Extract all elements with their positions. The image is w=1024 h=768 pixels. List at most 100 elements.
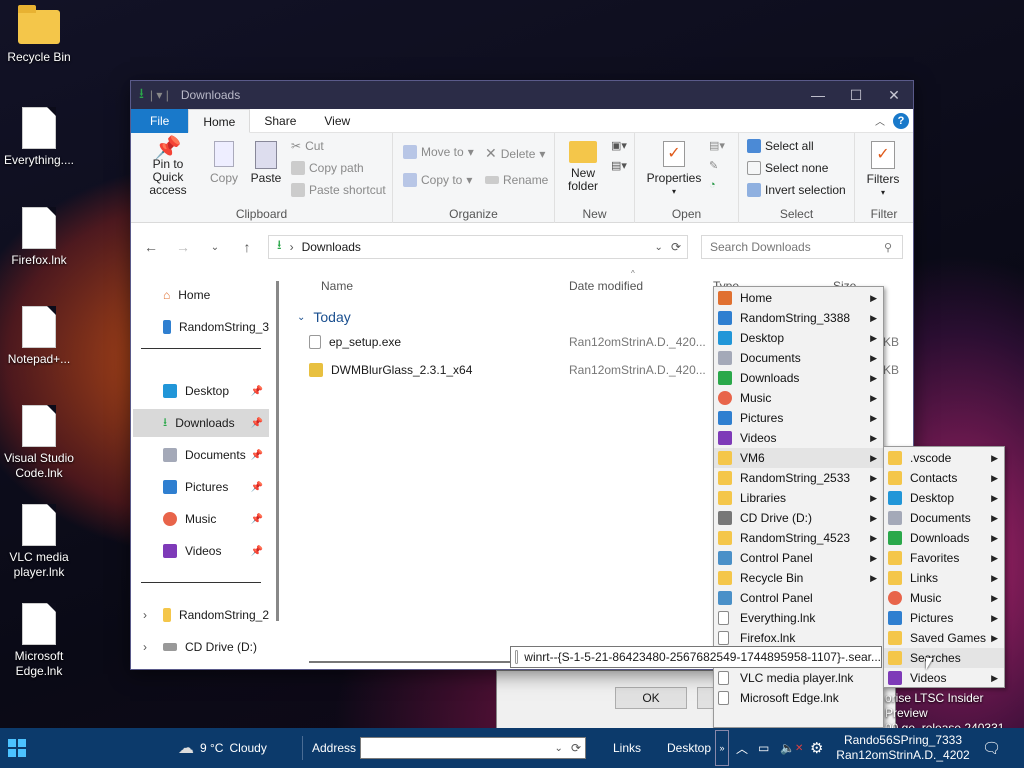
menu-item[interactable]: VLC media player.lnk — [714, 668, 883, 688]
copy-button[interactable]: Copy — [207, 141, 241, 185]
address-box[interactable]: ⭳ › Downloads ⌄ ⟳ — [268, 235, 688, 259]
menu-item[interactable]: CD Drive (D:) ▶ — [714, 508, 883, 528]
rename-button[interactable]: Rename — [485, 173, 548, 187]
start-button[interactable] — [8, 728, 26, 768]
copy-to-button[interactable]: Copy to ▾ — [403, 173, 472, 187]
desktop-icon-vscode[interactable]: Visual Studio Code.lnk — [0, 405, 78, 481]
menu-item[interactable]: Links ▶ — [884, 568, 1004, 588]
back-arrow-icon[interactable]: ← — [135, 239, 167, 255]
nav-item-desktop[interactable]: Desktop 📌 — [133, 377, 269, 405]
close-icon[interactable]: ✕ — [875, 87, 913, 104]
cut-button[interactable]: ✂ Cut — [291, 139, 324, 153]
collapse-ribbon-icon[interactable]: ︿ — [875, 113, 885, 128]
menu-item[interactable]: Searches — [884, 648, 1004, 668]
edit-icon[interactable]: ✎ — [709, 159, 718, 172]
nav-item-videos[interactable]: Videos 📌 — [133, 537, 269, 565]
menu-item[interactable]: Downloads ▶ — [884, 528, 1004, 548]
breadcrumb[interactable]: Downloads — [302, 240, 361, 254]
select-none-button[interactable]: Select none — [747, 161, 828, 175]
nav-item-randomstring-3[interactable]: RandomString_3 — [133, 313, 269, 341]
weather-widget[interactable]: ☁ 9 °C Cloudy — [178, 728, 267, 768]
menu-item[interactable]: RandomString_4523 ▶ — [714, 528, 883, 548]
volume-muted-icon[interactable]: 🔈 ✕ — [780, 728, 803, 768]
menu-item[interactable]: Everything.lnk — [714, 608, 883, 628]
group-header-today[interactable]: ⌄ Today — [297, 309, 351, 325]
delete-button[interactable]: ✕ Delete ▾ — [485, 145, 545, 162]
menu-item[interactable]: Pictures ▶ — [714, 408, 883, 428]
menu-item[interactable]: RandomString_3388 ▶ — [714, 308, 883, 328]
menu-item[interactable]: Contacts ▶ — [884, 468, 1004, 488]
new-item-icon[interactable]: ▣▾ — [611, 139, 627, 152]
nav-item-music[interactable]: Music 📌 — [133, 505, 269, 533]
desktop-icon-recycle-bin[interactable]: Recycle Bin — [0, 5, 78, 65]
nav-scrollbar[interactable] — [276, 281, 279, 621]
move-to-button[interactable]: Move to ▾ — [403, 145, 474, 159]
nav-item-documents[interactable]: Documents 📌 — [133, 441, 269, 469]
pin-button[interactable]: 📌 Pin to Quick access — [137, 137, 199, 197]
history-icon[interactable]: ◔ — [709, 179, 716, 191]
column-name[interactable]: Name — [321, 279, 353, 293]
menu-item[interactable]: Microsoft Edge.lnk — [714, 688, 883, 708]
nav-item-home[interactable]: ⌂ Home — [133, 281, 269, 309]
clock[interactable]: Rando56SPring_7333 Ran12omStrinA.D._4202 — [836, 728, 969, 768]
desktop-icon-notepad[interactable]: Notepad+... — [0, 306, 78, 367]
tab-home[interactable]: Home — [188, 108, 251, 133]
menu-item[interactable]: .vscode ▶ — [884, 448, 1004, 468]
address-dropdown-icon[interactable]: ⌄ — [655, 242, 663, 253]
copy-path-button[interactable]: Copy path — [291, 161, 364, 175]
help-icon[interactable]: ? — [893, 112, 909, 129]
paste-shortcut-button[interactable]: Paste shortcut — [291, 183, 386, 197]
tab-share[interactable]: Share — [250, 109, 310, 133]
menu-item[interactable]: Saved Games ▶ — [884, 628, 1004, 648]
forward-arrow-icon[interactable]: → — [167, 239, 199, 255]
menu-item[interactable]: Downloads ▶ — [714, 368, 883, 388]
desktop-icon-firefox[interactable]: Firefox.lnk — [0, 207, 78, 268]
toolbar-expand-button[interactable]: » — [715, 730, 729, 766]
settings-gear-icon[interactable]: ⚙ — [810, 728, 823, 768]
links-toolbar[interactable]: Links — [613, 728, 641, 768]
expand-chevron-icon[interactable]: › — [143, 640, 147, 654]
menu-item[interactable]: Control Panel ▶ — [714, 548, 883, 568]
recent-chevron-icon[interactable]: ⌄ — [199, 242, 231, 253]
show-hidden-icons-icon[interactable]: ︿ — [736, 728, 748, 768]
invert-selection-button[interactable]: Invert selection — [747, 183, 846, 197]
nav-item-randomstring-2[interactable]: › RandomString_2 — [133, 601, 269, 629]
select-all-button[interactable]: Select all — [747, 139, 814, 153]
menu-item[interactable]: Videos ▶ — [714, 428, 883, 448]
tab-view[interactable]: View — [310, 109, 364, 133]
minimize-icon[interactable]: — — [799, 87, 837, 104]
desktop-toolbar[interactable]: Desktop — [667, 728, 711, 768]
column-date-modified[interactable]: Date modified — [569, 279, 643, 293]
horizontal-scrollbar[interactable] — [309, 661, 529, 663]
menu-item[interactable]: VM6 ▶ — [714, 448, 883, 468]
new-folder-button[interactable]: New folder — [563, 141, 603, 193]
menu-item[interactable]: Documents ▶ — [884, 508, 1004, 528]
menu-item[interactable]: Desktop ▶ — [884, 488, 1004, 508]
ok-button[interactable]: OK — [615, 687, 687, 709]
menu-item[interactable]: RandomString_2533 ▶ — [714, 468, 883, 488]
up-arrow-icon[interactable]: ↑ — [231, 239, 263, 255]
refresh-icon[interactable]: ⟳ — [671, 240, 681, 254]
nav-item-cd-drive[interactable]: › CD Drive (D:) — [133, 633, 269, 661]
menu-item[interactable]: Control Panel — [714, 588, 883, 608]
easy-access-icon[interactable]: ▤▾ — [611, 159, 627, 172]
dropdown-chevron-icon[interactable]: ⌄ — [555, 743, 563, 754]
tab-file[interactable]: File — [131, 108, 189, 133]
menu-item[interactable]: Pictures ▶ — [884, 608, 1004, 628]
taskbar-address-input[interactable]: ⌄ ⟳ — [360, 737, 586, 759]
menu-item[interactable]: Favorites ▶ — [884, 548, 1004, 568]
menu-item[interactable]: Home ▶ — [714, 288, 883, 308]
nav-item-downloads[interactable]: ⭳ Downloads 📌 — [133, 409, 269, 437]
menu-item[interactable]: Music ▶ — [884, 588, 1004, 608]
search-input[interactable]: Search Downloads ⚲ — [701, 235, 903, 259]
menu-item[interactable]: Firefox.lnk — [714, 628, 883, 648]
menu-item[interactable]: Documents ▶ — [714, 348, 883, 368]
filters-button[interactable]: ✓ Filters ▾ — [861, 141, 905, 199]
nav-item-pictures[interactable]: Pictures 📌 — [133, 473, 269, 501]
expand-chevron-icon[interactable]: › — [143, 608, 147, 622]
notification-icon[interactable]: 🗨 — [982, 728, 1001, 768]
open-icon[interactable]: ▤▾ — [709, 139, 725, 152]
menu-item[interactable]: Libraries ▶ — [714, 488, 883, 508]
maximize-icon[interactable]: ☐ — [837, 87, 875, 104]
network-icon[interactable]: ▭ — [758, 728, 769, 768]
